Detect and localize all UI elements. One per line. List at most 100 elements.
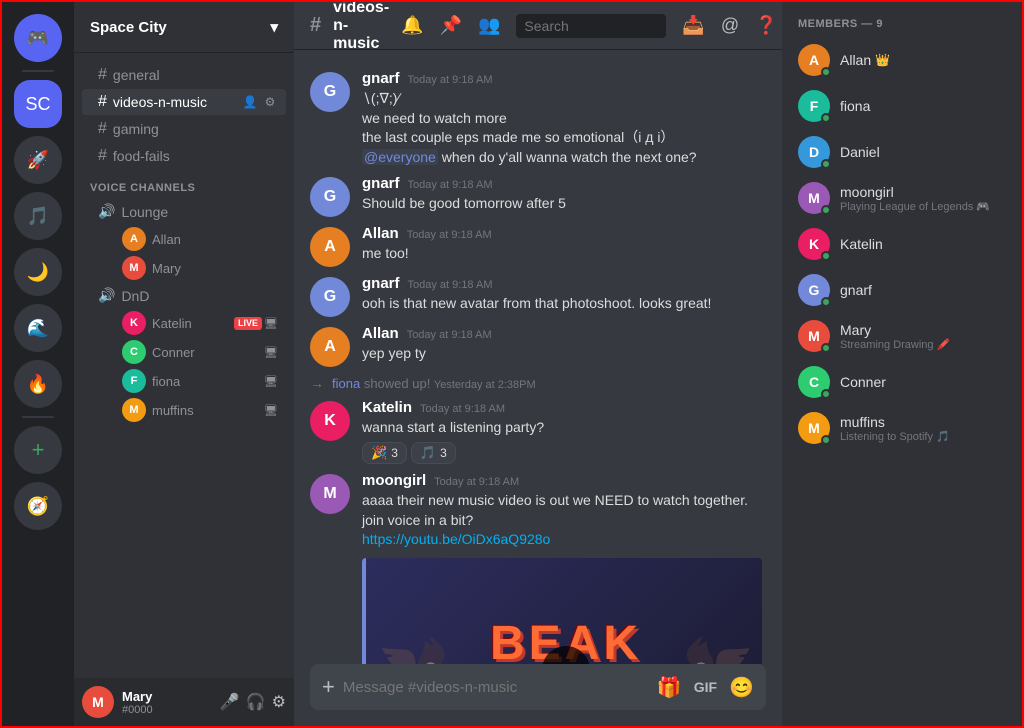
member-info-gnarf-sidebar: gnarf — [840, 282, 1006, 298]
chat-input-field[interactable] — [343, 668, 649, 707]
youtube-link[interactable]: https://youtu.be/OiDx6aQ928o — [362, 531, 550, 547]
voice-member-mary[interactable]: M Mary — [82, 254, 286, 282]
member-item-conner-sidebar[interactable]: C Conner — [790, 360, 1014, 404]
status-dot-gnarf — [821, 297, 831, 307]
server-divider — [22, 70, 54, 72]
member-name-moongirl-sidebar: moongirl — [840, 184, 1006, 200]
gif-icon[interactable]: GIF — [694, 679, 717, 695]
settings-icon[interactable]: ⚙ — [262, 94, 278, 110]
notification-bell-icon[interactable]: 🔔 — [401, 15, 423, 36]
voice-member-conner[interactable]: C Conner 🖥 — [82, 338, 286, 366]
msg-link-moongirl: https://youtu.be/OiDx6aQ928o — [362, 530, 766, 550]
status-dot-allan — [821, 67, 831, 77]
member-item-daniel[interactable]: D Daniel — [790, 130, 1014, 174]
avatar-gnarf: G — [310, 72, 350, 112]
channel-item-general[interactable]: # general — [82, 62, 286, 88]
hash-icon: # — [98, 120, 107, 138]
msg-author-allan2[interactable]: Allan — [362, 325, 399, 342]
avatar-gnarf2: G — [310, 177, 350, 217]
message-group-gnarf2: G gnarf Today at 9:18 AM Should be good … — [294, 171, 782, 221]
server-header[interactable]: Space City ▾ — [74, 2, 294, 53]
msg-author-katelin[interactable]: Katelin — [362, 399, 412, 416]
video-preview[interactable]: 🦅 🦅 BEAK ▶ — [366, 558, 762, 664]
server-icon-2[interactable]: 🚀 — [14, 136, 62, 184]
avatar-allan2: A — [310, 327, 350, 367]
server-icon-5[interactable]: 🌊 — [14, 304, 62, 352]
member-avatar-fiona-sidebar: F — [798, 90, 830, 122]
msg-author-gnarf3[interactable]: gnarf — [362, 275, 400, 292]
mention-icon[interactable]: @ — [721, 15, 739, 36]
member-name-katelin: Katelin — [152, 316, 192, 331]
reaction-music[interactable]: 🎵 3 — [411, 442, 456, 464]
system-msg-text: fiona showed up! Yesterday at 2:38PM — [332, 376, 536, 391]
voice-channel-dnd-name: DnD — [121, 288, 149, 304]
channel-sidebar: Space City ▾ # general # videos-n-music … — [74, 2, 294, 726]
voice-channels-header: VOICE CHANNELS — [74, 170, 294, 198]
status-dot-muffins — [821, 435, 831, 445]
members-sidebar: MEMBERS — 9 A Allan 👑 F fiona D Dani — [782, 2, 1022, 726]
msg-author-allan1[interactable]: Allan — [362, 225, 399, 242]
user-plus-icon[interactable]: 👤 — [242, 94, 258, 110]
add-server-button[interactable]: + — [14, 426, 62, 474]
server-icon-4[interactable]: 🌙 — [14, 248, 62, 296]
member-item-muffins-sidebar[interactable]: M muffins Listening to Spotify 🎵 — [790, 406, 1014, 450]
member-item-moongirl-sidebar[interactable]: M moongirl Playing League of Legends 🎮 — [790, 176, 1014, 220]
help-icon[interactable]: ❓ — [755, 15, 777, 36]
member-item-mary-sidebar[interactable]: M Mary Streaming Drawing 🖍️ — [790, 314, 1014, 358]
attach-button[interactable]: + — [322, 664, 335, 710]
msg-content-gnarf2: gnarf Today at 9:18 AM Should be good to… — [362, 175, 766, 217]
voice-channel-lounge[interactable]: 🔊 Lounge — [82, 199, 286, 224]
server-icon-3[interactable]: 🎵 — [14, 192, 62, 240]
voice-member-katelin[interactable]: K Katelin LIVE 🖥 — [82, 309, 286, 337]
reaction-party[interactable]: 🎉 3 — [362, 442, 407, 464]
settings-icon[interactable]: ⚙ — [272, 692, 286, 712]
member-item-allan[interactable]: A Allan 👑 — [790, 38, 1014, 82]
msg-header-katelin: Katelin Today at 9:18 AM — [362, 399, 766, 416]
msg-content-moongirl: moongirl Today at 9:18 AM aaaa their new… — [362, 472, 766, 664]
chat-header: # videos-n-music 🔔 📌 👥 📥 @ ❓ — [294, 2, 782, 50]
emoji-icon[interactable]: 😊 — [729, 675, 754, 700]
msg-header-gnarf3: gnarf Today at 9:18 AM — [362, 275, 766, 292]
msg-author-gnarf[interactable]: gnarf — [362, 70, 400, 87]
inbox-icon[interactable]: 📥 — [682, 15, 704, 36]
member-item-fiona-sidebar[interactable]: F fiona — [790, 84, 1014, 128]
member-info-conner-sidebar: Conner — [840, 374, 1006, 390]
gift-icon[interactable]: 🎁 — [657, 675, 682, 700]
avatar-moongirl: M — [310, 474, 350, 514]
member-item-katelin-sidebar[interactable]: K Katelin — [790, 222, 1014, 266]
microphone-icon[interactable]: 🎤 — [220, 692, 240, 712]
member-info-mary-sidebar: Mary Streaming Drawing 🖍️ — [840, 322, 1006, 351]
voice-member-fiona[interactable]: F fiona 🖥 — [82, 367, 286, 395]
status-dot-moongirl — [821, 205, 831, 215]
user-panel-info: Mary #0000 — [122, 689, 212, 716]
explore-servers-button[interactable]: 🧭 — [14, 482, 62, 530]
member-name-fiona-sidebar: fiona — [840, 98, 1006, 114]
headphone-icon[interactable]: 🎧 — [246, 692, 266, 712]
avatar-gnarf3: G — [310, 277, 350, 317]
channel-item-videos-n-music[interactable]: # videos-n-music 👤 ⚙ — [82, 89, 286, 115]
member-name-muffins: muffins — [152, 403, 194, 418]
channel-item-food-fails[interactable]: # food-fails — [82, 143, 286, 169]
member-name-mary-sidebar: Mary — [840, 322, 1006, 338]
channel-list: # general # videos-n-music 👤 ⚙ # gaming … — [74, 53, 294, 678]
member-item-gnarf-sidebar[interactable]: G gnarf — [790, 268, 1014, 312]
server-icon-spacecity[interactable]: SC — [14, 80, 62, 128]
discord-home-button[interactable]: 🎮 — [14, 14, 62, 62]
channel-item-gaming[interactable]: # gaming — [82, 116, 286, 142]
member-name-muffins-sidebar: muffins — [840, 414, 1006, 430]
pin-icon[interactable]: 📌 — [440, 15, 462, 36]
members-icon[interactable]: 👥 — [478, 15, 500, 36]
member-name-allan: Allan — [152, 232, 181, 247]
member-avatar-daniel: D — [798, 136, 830, 168]
member-avatar-muffins-sidebar: M — [798, 412, 830, 444]
voice-member-muffins[interactable]: M muffins 🖥 — [82, 396, 286, 424]
server-sidebar: 🎮 SC 🚀 🎵 🌙 🌊 🔥 + 🧭 — [2, 2, 74, 726]
msg-text-allan1: me too! — [362, 244, 766, 264]
server-icon-6[interactable]: 🔥 — [14, 360, 62, 408]
search-input[interactable] — [516, 14, 666, 38]
voice-member-allan[interactable]: A Allan — [82, 225, 286, 253]
msg-author-moongirl[interactable]: moongirl — [362, 472, 426, 489]
msg-author-gnarf2[interactable]: gnarf — [362, 175, 400, 192]
voice-channel-dnd[interactable]: 🔊 DnD — [82, 283, 286, 308]
member-avatar-allan-sidebar: A — [798, 44, 830, 76]
